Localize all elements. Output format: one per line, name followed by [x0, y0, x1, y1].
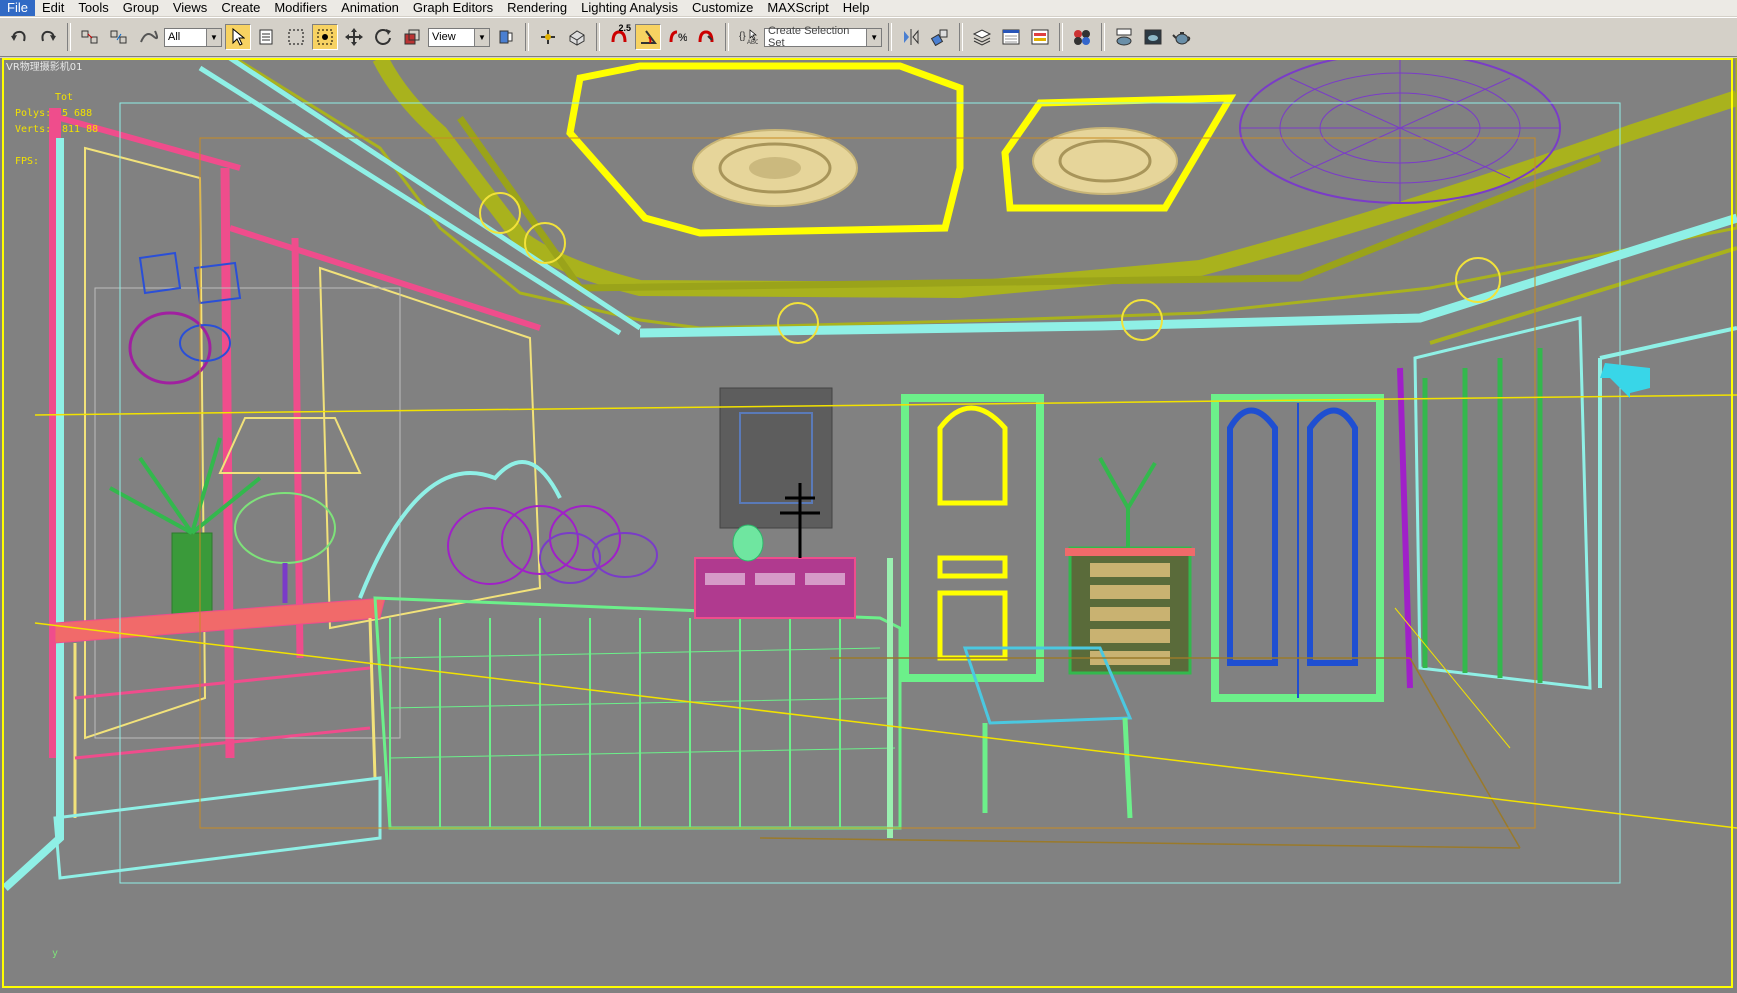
menu-customize[interactable]: Customize: [685, 0, 760, 16]
menu-rendering[interactable]: Rendering: [500, 0, 574, 16]
wardrobe-right: [1397, 316, 1737, 690]
snaps-toggle-icon[interactable]: 2.5: [606, 23, 632, 50]
stat-fps-label: FPS:: [15, 156, 40, 167]
material-editor-icon[interactable]: [1069, 24, 1095, 50]
ceiling-mesh: [198, 58, 1737, 345]
use-pivot-center-icon[interactable]: [493, 24, 519, 50]
menu-graph-editors[interactable]: Graph Editors: [406, 0, 500, 16]
menu-maxscript[interactable]: MAXScript: [760, 0, 835, 16]
back-wall-mirror-and-chest: [694, 387, 856, 619]
chevron-down-icon: ▼: [206, 28, 221, 46]
select-and-rotate-icon[interactable]: [370, 24, 396, 50]
percent-snap-toggle-icon[interactable]: %: [664, 24, 690, 50]
perspective-viewport[interactable]: [0, 58, 1737, 993]
main-toolbar: All ▼ View ▼ 2.5 % {} ABC Create Selection …: [0, 17, 1737, 57]
undo-icon[interactable]: [6, 24, 32, 50]
viewport-camera-label[interactable]: VR物理摄影机01: [6, 58, 83, 73]
window-crossing-icon[interactable]: [312, 24, 338, 50]
mirror-icon[interactable]: [898, 24, 924, 50]
render-production-teapot-icon[interactable]: [1169, 24, 1195, 50]
svg-text:ABC: ABC: [747, 40, 758, 46]
curve-editor-icon[interactable]: [998, 24, 1024, 50]
spinner-snap-toggle-icon[interactable]: [693, 24, 719, 50]
menu-tools[interactable]: Tools: [71, 0, 115, 16]
single-door: [901, 394, 1044, 682]
toolbar-separator: [888, 23, 892, 51]
menu-create[interactable]: Create: [214, 0, 267, 16]
render-setup-icon[interactable]: [1111, 24, 1137, 50]
floor-rug-outline: [119, 102, 1621, 884]
menu-file[interactable]: File: [0, 0, 35, 16]
svg-text:{}: {}: [739, 31, 746, 42]
toolbar-separator: [1059, 23, 1063, 51]
snap-value: 2.5: [618, 23, 631, 33]
select-by-name-icon[interactable]: [254, 24, 280, 50]
menu-views[interactable]: Views: [166, 0, 214, 16]
align-icon[interactable]: [927, 24, 953, 50]
menu-modifiers[interactable]: Modifiers: [267, 0, 334, 16]
menu-group[interactable]: Group: [116, 0, 166, 16]
toolbar-separator: [725, 23, 729, 51]
select-and-scale-icon[interactable]: [399, 24, 425, 50]
menu-help[interactable]: Help: [836, 0, 877, 16]
keyboard-shortcut-override-icon[interactable]: [564, 24, 590, 50]
bind-to-space-warp-icon[interactable]: [135, 24, 161, 50]
reference-coordinate-dropdown[interactable]: View ▼: [428, 27, 490, 47]
menu-bar: File Edit Tools Group Views Create Modifiers An…: [0, 0, 1737, 16]
stat-verts-label: Verts:: [15, 124, 52, 135]
toolbar-separator: [525, 23, 529, 51]
toolbar-separator: [67, 23, 71, 51]
select-object-icon[interactable]: [225, 24, 251, 50]
cyan-sconce: [1600, 363, 1650, 398]
select-and-link-icon[interactable]: [77, 24, 103, 50]
rectangular-selection-region-icon[interactable]: [283, 24, 309, 50]
selection-filter-value: All: [168, 31, 181, 43]
ceiling-rosette: [692, 127, 1178, 207]
double-door: [1211, 394, 1384, 702]
unlink-selection-icon[interactable]: [106, 24, 132, 50]
side-cabinet-right: [1065, 457, 1195, 675]
stat-verts-value: 811 88: [62, 124, 99, 135]
menu-animation[interactable]: Animation: [334, 0, 406, 16]
plant-and-table-lamp: [109, 417, 362, 624]
toolbar-separator: [959, 23, 963, 51]
chevron-down-icon: ▼: [866, 28, 881, 46]
dome-wireframe: [1239, 58, 1561, 204]
toolbar-separator: [596, 23, 600, 51]
menu-lighting-analysis[interactable]: Lighting Analysis: [574, 0, 685, 16]
edit-named-selection-sets-icon[interactable]: {} ABC: [735, 24, 761, 50]
selection-filter-dropdown[interactable]: All ▼: [164, 27, 222, 47]
redo-icon[interactable]: [35, 24, 61, 50]
named-selection-set-dropdown[interactable]: Create Selection Set ▼: [764, 25, 882, 49]
toolbar-separator: [1101, 23, 1105, 51]
svg-text:%: %: [678, 32, 687, 44]
select-and-manipulate-icon[interactable]: [535, 24, 561, 50]
axis-tripod-y: y: [52, 948, 59, 959]
angle-snap-toggle-icon[interactable]: [635, 24, 661, 50]
reference-coordinate-value: View: [432, 31, 456, 43]
stat-polys-label: Polys:: [15, 108, 52, 119]
layer-manager-icon[interactable]: [969, 24, 995, 50]
stat-polys-value: 5 688: [62, 108, 93, 119]
schematic-view-icon[interactable]: [1027, 24, 1053, 50]
wireframe-scene: [2, 58, 1737, 891]
menu-edit[interactable]: Edit: [35, 0, 71, 16]
left-wall-panels: [2, 108, 542, 891]
rendered-frame-window-icon[interactable]: [1140, 24, 1166, 50]
select-and-move-icon[interactable]: [341, 24, 367, 50]
headboard-and-pillows: [358, 460, 658, 599]
stat-total: Tot: [55, 92, 74, 103]
selection-set-placeholder: Create Selection Set: [768, 25, 850, 49]
chevron-down-icon: ▼: [474, 28, 489, 46]
